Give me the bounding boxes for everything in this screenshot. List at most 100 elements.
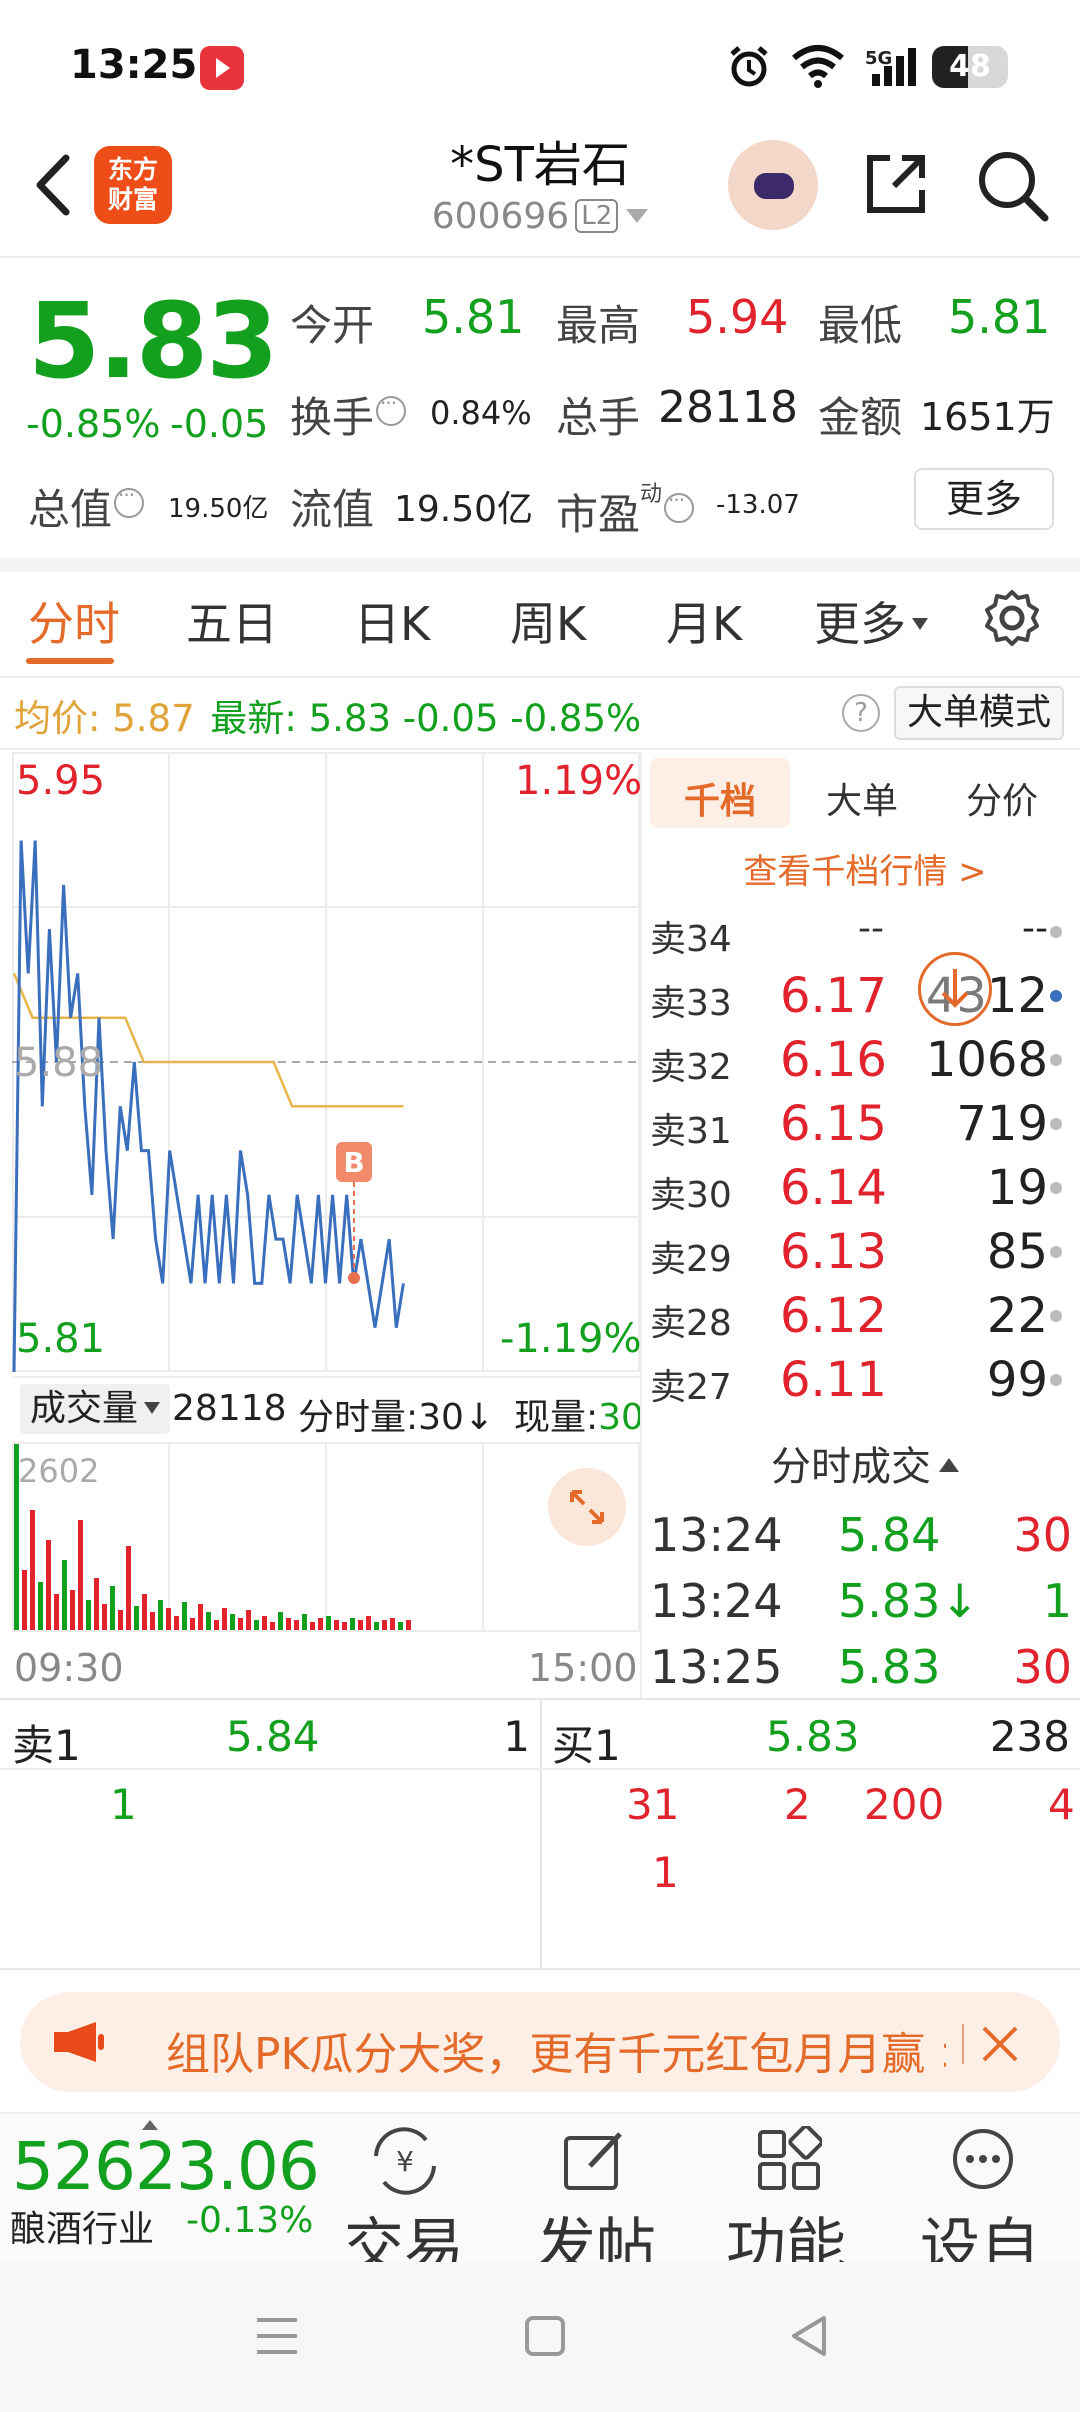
last-price: 5.83 bbox=[28, 280, 279, 402]
stock-name: *ST岩石 bbox=[450, 137, 630, 193]
more-options-icon[interactable] bbox=[950, 2126, 1016, 2192]
buy-marker-dot bbox=[348, 1272, 360, 1284]
search-icon[interactable] bbox=[975, 148, 1051, 224]
right-panel-divider bbox=[640, 752, 642, 1698]
market-cap-label[interactable]: 总值 bbox=[28, 476, 145, 537]
minute-volume: 分时量:30↓ bbox=[298, 1397, 495, 1438]
ask-level-label: 卖33 bbox=[650, 983, 732, 1024]
volume-bar bbox=[294, 1620, 299, 1630]
volume-bar bbox=[38, 1582, 43, 1630]
sector-change-percent: -0.13% bbox=[186, 2200, 314, 2241]
volume-total: 28118 bbox=[172, 1388, 287, 1429]
amount-label: 金额 bbox=[818, 393, 903, 442]
gear-icon[interactable] bbox=[982, 588, 1042, 648]
quote-more-button[interactable]: 更多 bbox=[914, 468, 1054, 530]
back-arrow-icon[interactable] bbox=[30, 150, 90, 220]
ask-dot bbox=[1050, 1374, 1062, 1386]
big-order-mode-button[interactable]: 大单模式 bbox=[894, 686, 1064, 740]
sell1-quantity: 1 bbox=[503, 1712, 530, 1761]
volume-bar bbox=[382, 1620, 387, 1630]
ask-level-label: 卖31 bbox=[650, 1111, 732, 1152]
volume-bar bbox=[326, 1616, 331, 1630]
tab-daily-k[interactable]: 日K bbox=[354, 588, 430, 654]
volume-bar bbox=[174, 1616, 179, 1630]
subtab-big-orders[interactable]: 大单 bbox=[826, 772, 898, 824]
expand-chart-button[interactable] bbox=[548, 1468, 626, 1546]
change-amount: -0.05 bbox=[170, 402, 269, 446]
tick-time: 13:25 bbox=[650, 1640, 783, 1694]
volume-bar bbox=[350, 1618, 355, 1630]
help-icon[interactable]: ? bbox=[842, 694, 880, 732]
volume-bar bbox=[134, 1606, 139, 1630]
price-axis-low: 5.81 bbox=[16, 1316, 106, 1362]
home-icon[interactable] bbox=[524, 2314, 566, 2358]
chevron-down-icon bbox=[144, 1402, 161, 1414]
intraday-price-chart[interactable]: B bbox=[12, 752, 640, 1372]
ask-level-label: 卖27 bbox=[650, 1367, 732, 1408]
tab-more[interactable]: 更多 bbox=[814, 588, 928, 654]
volume-bar bbox=[310, 1622, 315, 1630]
tab-intraday[interactable]: 分时 bbox=[28, 588, 120, 654]
functions-grid-icon[interactable] bbox=[756, 2126, 822, 2192]
market-cap-value: 19.50亿 bbox=[168, 494, 269, 524]
promo-text[interactable]: 组队PK瓜分大奖，更有千元红包月月赢 > bbox=[166, 2018, 946, 2082]
ask-dot bbox=[1050, 1118, 1062, 1130]
stock-code-selector[interactable]: 600696 L2 bbox=[340, 196, 740, 237]
volume-bar bbox=[142, 1594, 147, 1630]
share-icon[interactable] bbox=[860, 148, 932, 220]
latest-price: 5.83 bbox=[308, 697, 392, 740]
volume-bar bbox=[126, 1546, 131, 1630]
pe-label[interactable]: 市盈动 bbox=[556, 476, 695, 542]
price-axis-high: 5.95 bbox=[16, 758, 106, 804]
sell1-price: 5.84 bbox=[226, 1712, 320, 1761]
volume-bar bbox=[390, 1618, 395, 1630]
scroll-down-icon[interactable] bbox=[918, 952, 992, 1026]
tick-price: 5.83↓ bbox=[838, 1574, 979, 1628]
sector-name[interactable]: 酿酒行业 bbox=[10, 2200, 154, 2252]
tick-price: 5.84 bbox=[838, 1508, 941, 1562]
more-info-icon bbox=[664, 488, 695, 523]
time-axis-end: 15:00 bbox=[528, 1646, 638, 1690]
trade-icon[interactable]: ¥ bbox=[368, 2126, 442, 2196]
turnover-label[interactable]: 换手 bbox=[290, 384, 407, 445]
ask-price: 6.15 bbox=[780, 1096, 887, 1152]
subtab-depth[interactable]: 千档 bbox=[684, 772, 756, 824]
back-icon[interactable] bbox=[788, 2314, 830, 2358]
more-info-icon bbox=[114, 483, 145, 518]
app-logo[interactable]: 东方 财富 bbox=[94, 146, 172, 224]
ask-price: 6.14 bbox=[780, 1160, 887, 1216]
open-label: 今开 bbox=[290, 301, 375, 350]
ask-level-label: 卖28 bbox=[650, 1303, 732, 1344]
compose-post-icon[interactable] bbox=[560, 2126, 630, 2196]
buy1-quantity: 238 bbox=[989, 1712, 1070, 1761]
ask-dot bbox=[1050, 1246, 1062, 1258]
ask-dot bbox=[1050, 926, 1062, 938]
tick-time: 13:24 bbox=[650, 1508, 783, 1562]
wifi-icon bbox=[792, 45, 844, 88]
change-percent: -0.85% bbox=[26, 402, 161, 446]
buy-marker-label: B bbox=[343, 1146, 364, 1179]
volume-bar bbox=[334, 1620, 339, 1630]
buy-marker-badge[interactable]: B bbox=[336, 1142, 372, 1182]
sector-index-value[interactable]: 52623.06 bbox=[12, 2128, 320, 2205]
volume-chart[interactable] bbox=[12, 1442, 640, 1632]
current-volume: 现量:30 bbox=[514, 1397, 644, 1438]
volume-mode-select[interactable]: 成交量 bbox=[20, 1384, 170, 1434]
chevron-up-icon bbox=[939, 1458, 959, 1472]
pe-value: -13.07 bbox=[716, 490, 800, 520]
menu-icon[interactable] bbox=[254, 2314, 300, 2358]
view-depth-link[interactable]: 查看千档行情 > bbox=[650, 844, 1080, 893]
ask-level-label: 卖30 bbox=[650, 1175, 732, 1216]
volume-bar bbox=[398, 1622, 403, 1630]
volume-bar bbox=[118, 1610, 123, 1630]
volume-bar bbox=[78, 1520, 83, 1630]
tick-trades-header[interactable]: 分时成交 bbox=[650, 1434, 1080, 1492]
close-icon[interactable] bbox=[978, 2022, 1022, 2066]
subtab-price-distribution[interactable]: 分价 bbox=[966, 772, 1038, 824]
ask-price: 6.12 bbox=[780, 1288, 887, 1344]
tab-five-day[interactable]: 五日 bbox=[186, 588, 278, 654]
battery-icon: 48 bbox=[932, 46, 1008, 88]
tab-monthly-k[interactable]: 月K bbox=[666, 588, 742, 654]
tab-weekly-k[interactable]: 周K bbox=[510, 588, 586, 654]
volume-value: 28118 bbox=[658, 382, 798, 433]
